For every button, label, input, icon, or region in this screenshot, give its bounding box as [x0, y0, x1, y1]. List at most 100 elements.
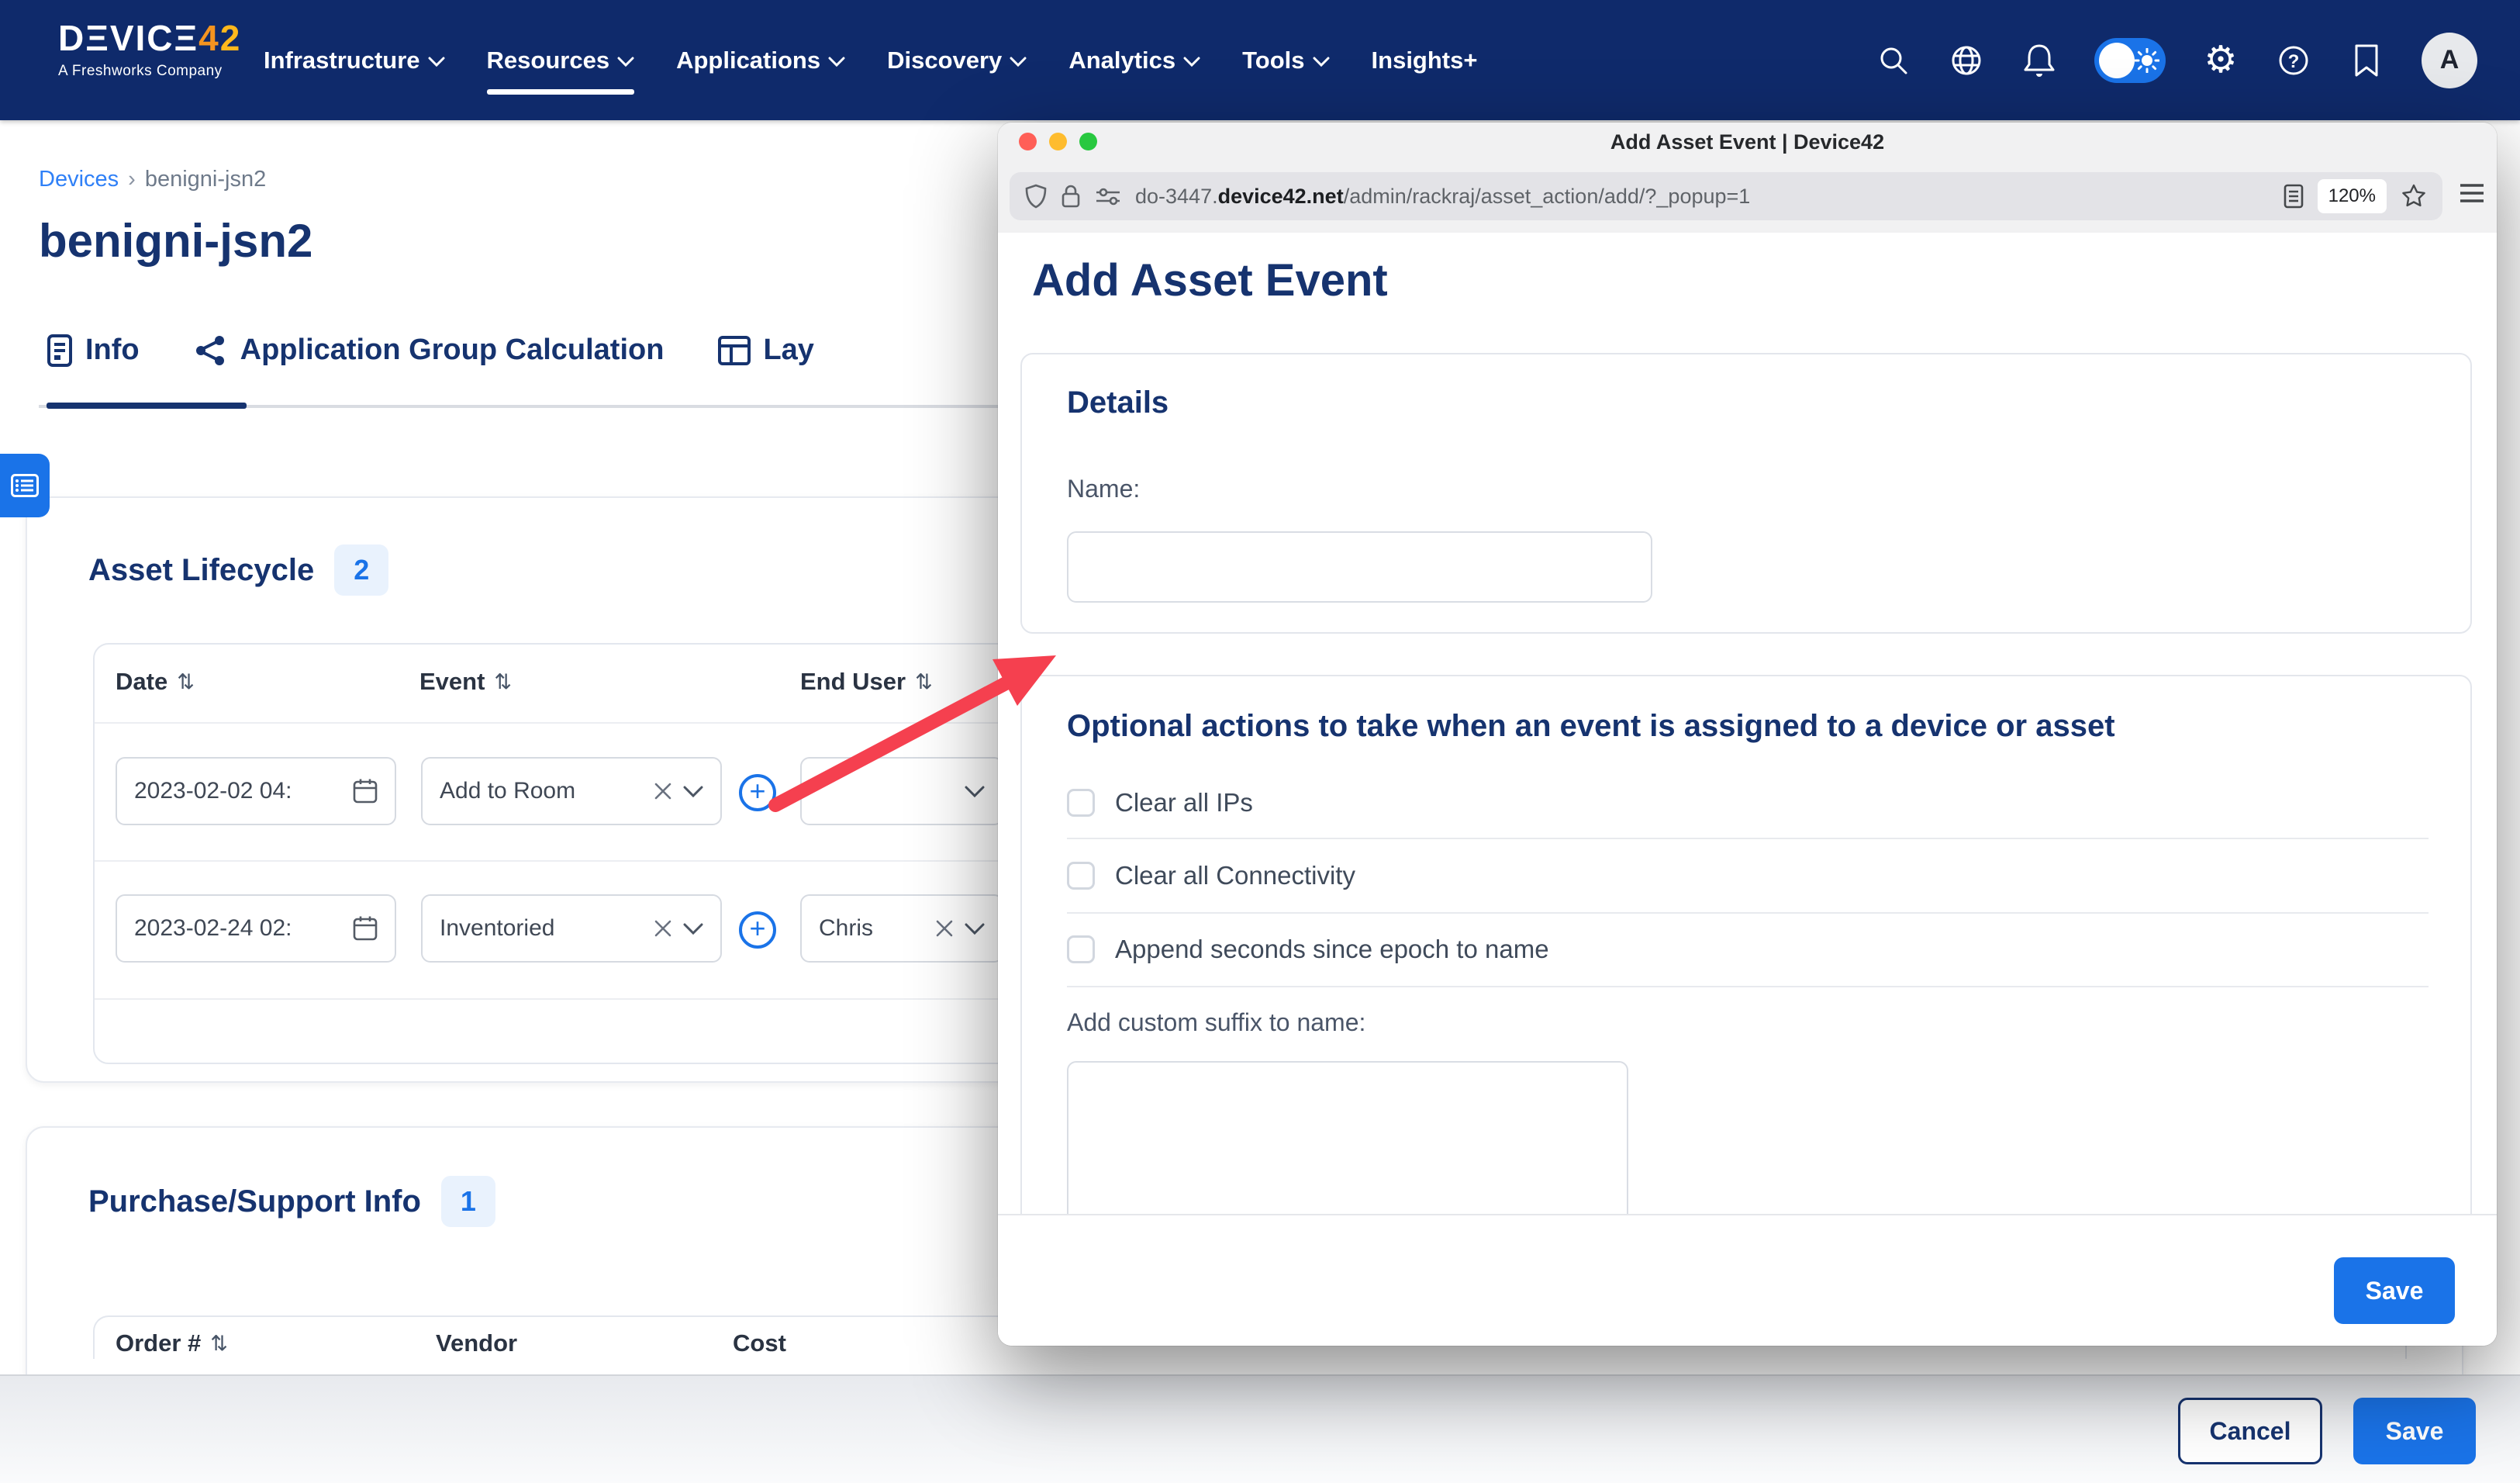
column-header-end-user[interactable]: End User⇅ [800, 668, 933, 696]
event-select[interactable]: Inventoried [421, 894, 722, 963]
clear-x-icon[interactable] [654, 782, 672, 800]
add-event-button[interactable]: + [739, 911, 776, 949]
name-input[interactable] [1067, 531, 1652, 603]
purchase-support-count-badge: 1 [441, 1176, 495, 1227]
close-window-button[interactable] [1019, 133, 1037, 150]
user-avatar[interactable]: A [2422, 33, 2477, 88]
nav-item-applications[interactable]: Applications [676, 0, 845, 120]
address-bar[interactable]: do-3447.device42.net/admin/rackraj/asset… [1010, 172, 2442, 220]
minimize-window-button[interactable] [1049, 133, 1067, 150]
chevron-down-icon[interactable] [683, 786, 703, 797]
browser-url-row: do-3447.device42.net/admin/rackraj/asset… [998, 161, 2497, 233]
device42-logo[interactable]: DΞVICΞ42 A Freshworks Company [58, 20, 241, 80]
main-menu: Infrastructure Resources Applications Di… [264, 0, 1477, 120]
active-nav-underline [487, 89, 635, 95]
sort-icon: ⇅ [494, 670, 512, 694]
breadcrumb-current: benigni-jsn2 [145, 167, 266, 192]
popup-heading: Add Asset Event [1032, 254, 1388, 306]
clear-all-ips-checkbox-row[interactable]: Clear all IPs [1067, 788, 1253, 818]
checkbox-unchecked[interactable] [1067, 789, 1095, 817]
clear-x-icon[interactable] [654, 919, 672, 938]
divider [1067, 986, 2429, 987]
tab-bar: Info Application Group Calculation Lay [47, 334, 814, 367]
cancel-button[interactable]: Cancel [2178, 1398, 2322, 1464]
nav-item-analytics[interactable]: Analytics [1068, 0, 1200, 120]
purchase-support-title: Purchase/Support Info [88, 1184, 421, 1219]
details-title: Details [1067, 385, 1169, 420]
checkbox-unchecked[interactable] [1067, 935, 1095, 963]
column-header-date[interactable]: Date⇅ [116, 668, 195, 696]
popup-titlebar[interactable]: Add Asset Event | Device42 [998, 123, 2497, 162]
divider [1067, 838, 2429, 839]
screen: DΞVICΞ42 A Freshworks Company Infrastruc… [0, 0, 2520, 1483]
event-select[interactable]: Add to Room [421, 757, 722, 825]
notifications-bell-icon[interactable] [2021, 43, 2057, 78]
nav-item-resources[interactable]: Resources [487, 0, 635, 120]
settings-gear-icon[interactable]: ⚙ [2203, 43, 2239, 78]
page-title: benigni-jsn2 [39, 214, 312, 268]
column-header-cost[interactable]: Cost [733, 1329, 786, 1357]
search-icon[interactable] [1876, 43, 1911, 78]
clear-all-connectivity-checkbox-row[interactable]: Clear all Connectivity [1067, 861, 1355, 890]
column-header-order[interactable]: Order #⇅ [116, 1329, 228, 1357]
popup-window-title: Add Asset Event | Device42 [1610, 130, 1884, 154]
date-input[interactable]: 2023-02-24 02: [116, 894, 396, 963]
logo-subtitle: A Freshworks Company [58, 63, 241, 80]
tab-info[interactable]: Info [47, 334, 140, 367]
bookmark-icon[interactable] [2349, 43, 2384, 78]
breadcrumb-separator: › [128, 167, 136, 192]
calendar-icon[interactable] [353, 915, 378, 942]
chevron-down-icon[interactable] [683, 923, 703, 935]
column-header-vendor[interactable]: Vendor [436, 1329, 517, 1357]
chevron-down-icon[interactable] [965, 786, 985, 797]
layout-icon [718, 336, 751, 365]
globe-icon[interactable] [1949, 43, 1984, 78]
popup-save-button[interactable]: Save [2334, 1257, 2455, 1324]
asset-lifecycle-count-badge: 2 [334, 544, 388, 596]
permissions-sliders-icon[interactable] [1095, 185, 1121, 207]
nav-item-insights[interactable]: Insights+ [1372, 0, 1478, 120]
svg-text:?: ? [2288, 51, 2300, 72]
lock-icon [1061, 184, 1081, 209]
sun-icon [2135, 48, 2159, 73]
optional-actions-heading: Optional actions to take when an event i… [1067, 709, 2115, 744]
end-user-select[interactable] [800, 757, 1003, 825]
active-tab-underline [47, 403, 247, 409]
browser-menu-icon[interactable] [2458, 181, 2486, 205]
chevron-down-icon [828, 57, 845, 67]
column-header-event[interactable]: Event⇅ [419, 668, 512, 696]
asset-lifecycle-title: Asset Lifecycle [88, 553, 314, 588]
asset-lifecycle-header: Asset Lifecycle 2 [88, 544, 388, 596]
tab-application-group-calculation[interactable]: Application Group Calculation [194, 334, 665, 367]
details-card: Details Name: [1020, 353, 2472, 634]
breadcrumb-devices-link[interactable]: Devices [39, 167, 119, 192]
chevron-down-icon [1183, 57, 1200, 67]
top-navbar: DΞVICΞ42 A Freshworks Company Infrastruc… [0, 0, 2520, 120]
shield-icon [1025, 184, 1047, 209]
end-user-select[interactable]: Chris [800, 894, 1003, 963]
document-icon [47, 334, 73, 367]
bookmark-star-icon[interactable] [2401, 183, 2427, 209]
calendar-icon[interactable] [353, 778, 378, 804]
page-footer: Cancel Save [0, 1374, 2520, 1483]
checkbox-unchecked[interactable] [1067, 862, 1095, 890]
tab-layout[interactable]: Lay [718, 334, 813, 367]
chevron-down-icon[interactable] [965, 923, 985, 935]
save-button[interactable]: Save [2353, 1398, 2476, 1464]
divider [1067, 912, 2429, 914]
nav-item-discovery[interactable]: Discovery [887, 0, 1027, 120]
theme-toggle[interactable] [2094, 38, 2166, 83]
reader-view-icon[interactable] [2284, 184, 2304, 209]
side-panel-toggle[interactable] [0, 454, 50, 517]
zoom-window-button[interactable] [1079, 133, 1097, 150]
nav-item-tools[interactable]: Tools [1242, 0, 1329, 120]
nav-item-infrastructure[interactable]: Infrastructure [264, 0, 445, 120]
date-input[interactable]: 2023-02-02 04: [116, 757, 396, 825]
navbar-actions: ⚙ ? A [1876, 0, 2477, 120]
clear-x-icon[interactable] [935, 919, 954, 938]
append-epoch-checkbox-row[interactable]: Append seconds since epoch to name [1067, 935, 1549, 964]
zoom-level-badge[interactable]: 120% [2318, 179, 2387, 213]
add-event-button[interactable]: + [739, 774, 776, 811]
help-icon[interactable]: ? [2276, 43, 2311, 78]
toggle-knob [2099, 43, 2135, 78]
